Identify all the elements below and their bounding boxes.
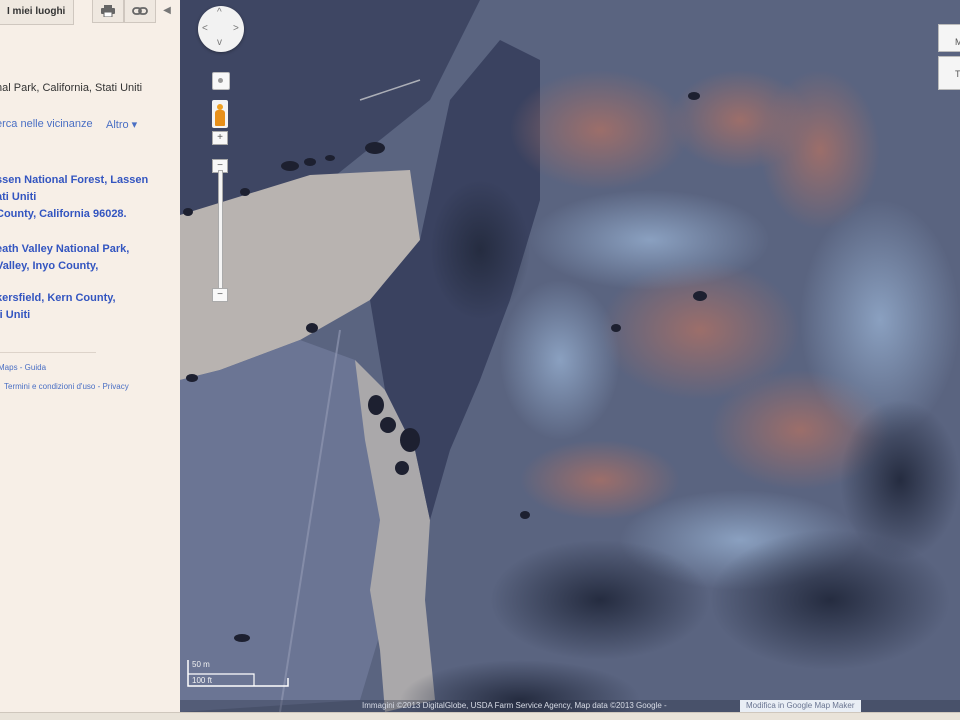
zoom-reset-icon[interactable] bbox=[212, 72, 230, 90]
terms-privacy-links[interactable]: Termini e condizioni d'uso - Privacy bbox=[4, 382, 129, 391]
side-panel: I miei luoghi ◀ nal Park, California, St… bbox=[0, 0, 181, 712]
map-type-button[interactable]: M bbox=[938, 24, 960, 52]
map-type-label: T bbox=[955, 69, 960, 79]
window-bottom-edge bbox=[0, 712, 960, 720]
link-button[interactable] bbox=[124, 0, 156, 23]
result-line: ti Uniti bbox=[0, 309, 31, 321]
place-address: nal Park, California, Stati Uniti bbox=[0, 82, 143, 94]
map-maker-link[interactable]: Modifica in Google Map Maker bbox=[740, 700, 861, 712]
map-type-button[interactable]: T bbox=[938, 56, 960, 90]
more-dropdown[interactable]: Altro ▾ bbox=[106, 118, 137, 131]
satellite-map[interactable]: ^ < > v + − − 50 m 100 ft Immagini ©2013… bbox=[180, 0, 960, 712]
result-line: Valley, Inyo County, bbox=[0, 260, 99, 272]
print-icon bbox=[101, 5, 115, 17]
maps-help-links[interactable]: Maps - Guida bbox=[0, 363, 46, 372]
result-line: kersfield, Kern County, bbox=[0, 292, 116, 304]
search-nearby-link[interactable]: erca nelle vicinanze Altro ▾ bbox=[0, 118, 137, 131]
zoom-in-button[interactable]: + bbox=[212, 131, 228, 145]
zoom-out-button[interactable]: − bbox=[212, 288, 228, 302]
pan-control-icon[interactable]: ^ < > v bbox=[198, 6, 244, 52]
map-type-label: M bbox=[955, 37, 960, 47]
link-icon bbox=[132, 7, 148, 15]
result-line: County, California 96028. bbox=[0, 208, 127, 220]
result-line: ssen National Forest, Lassen bbox=[0, 174, 149, 186]
search-nearby-label: erca nelle vicinanze bbox=[0, 118, 93, 130]
map-scale-bar: 50 m 100 ft bbox=[186, 656, 296, 690]
more-label: Altro bbox=[106, 119, 129, 131]
zoom-slider-track[interactable] bbox=[218, 170, 223, 290]
copyright-text: Immagini ©2013 DigitalGlobe, USDA Farm S… bbox=[362, 701, 667, 710]
satellite-imagery bbox=[180, 0, 960, 712]
result-line: eath Valley National Park, bbox=[0, 243, 130, 255]
map-copyright: Immagini ©2013 DigitalGlobe, USDA Farm S… bbox=[180, 700, 960, 712]
result-link-1[interactable]: ssen National Forest, Lassen ati Uniti bbox=[0, 172, 148, 206]
my-places-tab[interactable]: I miei luoghi bbox=[0, 0, 75, 25]
print-button[interactable] bbox=[92, 0, 124, 23]
result-link-4[interactable]: kersfield, Kern County, ti Uniti bbox=[0, 290, 116, 324]
collapse-arrow-icon[interactable]: ◀ bbox=[160, 2, 174, 20]
result-link-2[interactable]: County, California 96028. bbox=[0, 206, 127, 223]
divider bbox=[0, 352, 96, 353]
scale-metric-label: 50 m bbox=[192, 660, 210, 669]
street-view-pegman-icon[interactable] bbox=[212, 100, 228, 128]
result-line: ati Uniti bbox=[0, 191, 37, 203]
scale-imperial-label: 100 ft bbox=[192, 676, 213, 685]
pegman-figure bbox=[215, 104, 225, 126]
result-link-3[interactable]: eath Valley National Park, Valley, Inyo … bbox=[0, 241, 129, 275]
